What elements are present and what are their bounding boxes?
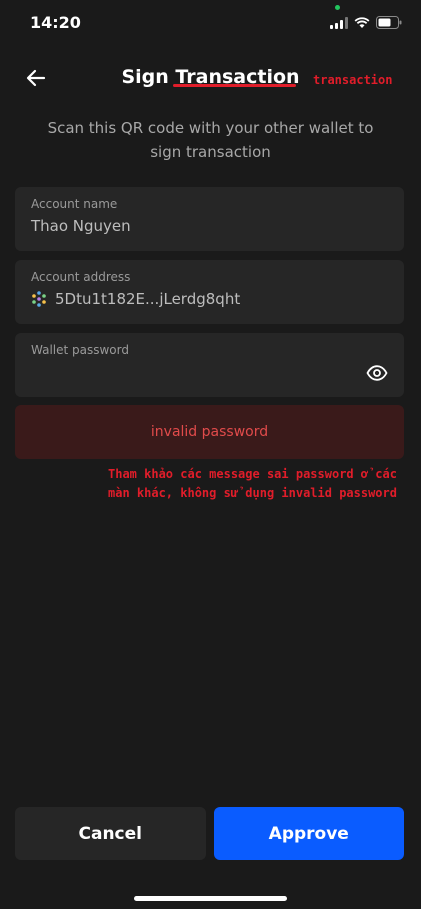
- error-message: invalid password: [150, 424, 269, 440]
- home-indicator[interactable]: [134, 896, 287, 901]
- account-name-field: Account name Thao Nguyen: [15, 187, 404, 251]
- status-icons: [330, 16, 402, 29]
- account-address-label: Account address: [31, 270, 131, 284]
- signal-icon: [330, 16, 348, 29]
- status-bar: 14:20: [0, 0, 421, 46]
- wallet-password-field[interactable]: Wallet password: [15, 333, 404, 397]
- account-name-value: Thao Nguyen: [31, 217, 131, 235]
- account-address-field: Account address 5Dtu1t182E...jLerdg8qht: [15, 260, 404, 324]
- annotation-error-note: Tham khảo các message sai password ở các…: [108, 467, 397, 500]
- wifi-icon: [354, 16, 370, 29]
- account-address-value: 5Dtu1t182E...jLerdg8qht: [55, 290, 241, 308]
- privacy-indicator-icon: [335, 5, 340, 10]
- account-name-label: Account name: [31, 197, 118, 211]
- approve-button[interactable]: Approve: [213, 807, 404, 860]
- cancel-button[interactable]: Cancel: [15, 807, 206, 860]
- annotation-underline: [173, 84, 296, 87]
- error-message-box: invalid password: [15, 405, 404, 459]
- eye-icon[interactable]: [366, 365, 388, 381]
- identicon-icon: [31, 291, 47, 307]
- wallet-password-label: Wallet password: [31, 343, 129, 357]
- annotation-title-note: transaction: [313, 73, 393, 87]
- footer-actions: Cancel Approve: [15, 807, 404, 860]
- battery-icon: [376, 16, 402, 29]
- account-address-row: 5Dtu1t182E...jLerdg8qht: [31, 290, 388, 308]
- subtitle: Scan this QR code with your other wallet…: [47, 119, 374, 161]
- status-time: 14:20: [30, 13, 81, 32]
